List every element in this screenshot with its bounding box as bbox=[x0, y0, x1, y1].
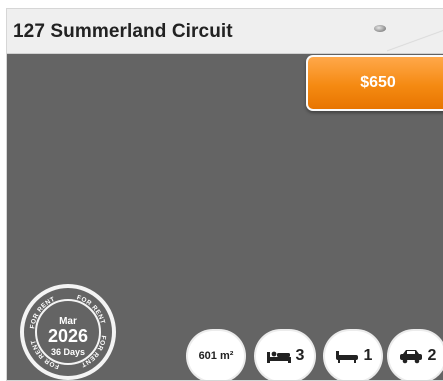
bath-icon bbox=[335, 351, 358, 363]
pin-icon bbox=[374, 25, 386, 32]
bedrooms-pill: 3 bbox=[256, 331, 314, 380]
bathrooms-count: 1 bbox=[363, 347, 373, 364]
land-area-pill: 601 m² bbox=[188, 331, 244, 380]
page-fold bbox=[387, 27, 443, 53]
listing-card[interactable]: 127 Summerland Circuit $650 FOR RENT FOR… bbox=[6, 8, 443, 381]
bathrooms-pill: 1 bbox=[325, 331, 381, 380]
bed-icon bbox=[266, 351, 291, 363]
listing-address[interactable]: 127 Summerland Circuit bbox=[13, 21, 233, 43]
parking-count: 2 bbox=[427, 347, 437, 364]
stamp-year: 2026 bbox=[47, 326, 89, 346]
price-label: $650 bbox=[360, 74, 396, 91]
land-area-value: 601 m² bbox=[198, 350, 234, 362]
for-rent-stamp: FOR RENT FOR RENT FOR RENT FOR RENT Mar … bbox=[20, 284, 116, 380]
car-icon bbox=[399, 350, 422, 364]
stamp-days: 36 Days bbox=[50, 347, 86, 357]
listing-header: 127 Summerland Circuit bbox=[7, 9, 443, 54]
price-badge[interactable]: $650 bbox=[306, 55, 443, 111]
parking-pill: 2 bbox=[389, 331, 443, 380]
bedrooms-count: 3 bbox=[295, 347, 305, 364]
